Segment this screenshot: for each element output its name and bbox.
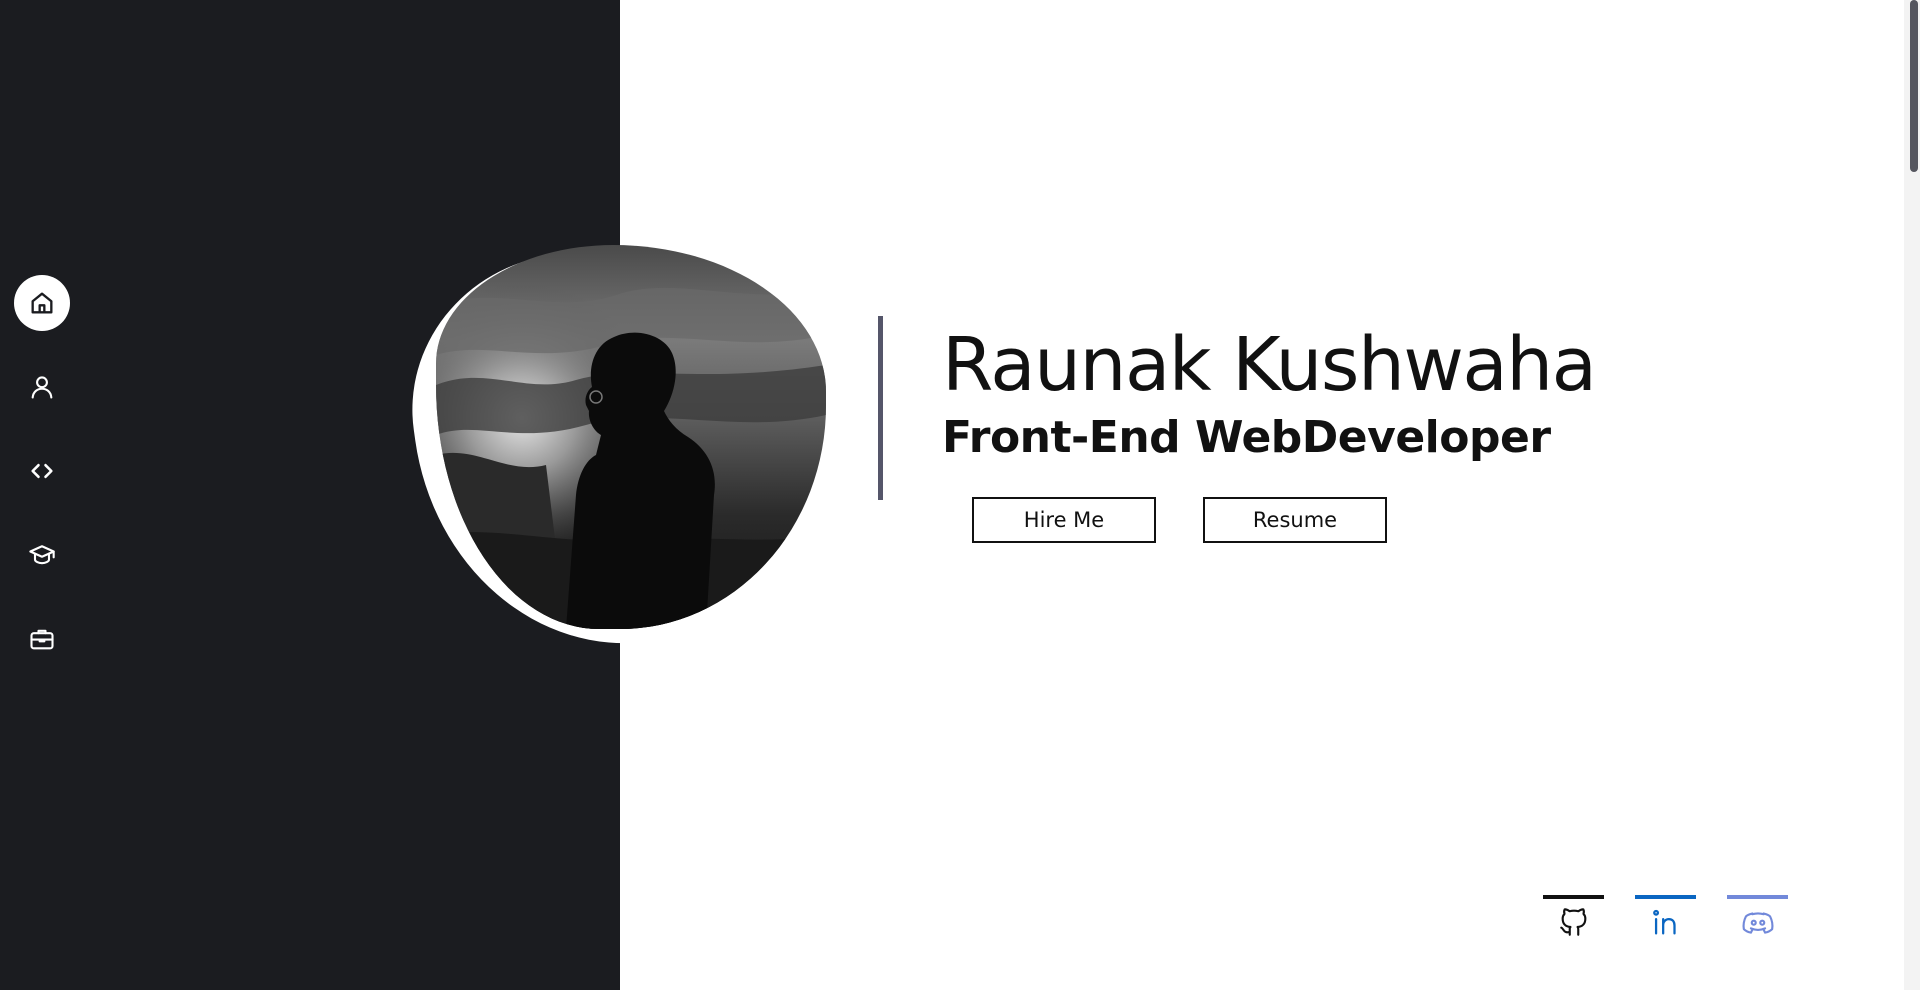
- home-icon: [31, 292, 53, 314]
- hero-role: Front-End WebDeveloper: [942, 412, 1551, 463]
- code-icon: [31, 463, 53, 479]
- hire-me-button[interactable]: Hire Me: [972, 497, 1156, 543]
- nav-education-button[interactable]: [14, 527, 70, 583]
- side-navigation: [14, 275, 70, 695]
- discord-icon: [1742, 912, 1773, 934]
- briefcase-icon: [30, 629, 54, 650]
- page-scrollbar[interactable]: [1904, 0, 1920, 990]
- accent-divider: [878, 316, 883, 500]
- social-links: [1543, 895, 1788, 936]
- profile-photo-frame: [392, 222, 840, 670]
- graduation-cap-icon: [29, 545, 55, 565]
- user-icon: [31, 376, 53, 399]
- linkedin-icon: [1652, 909, 1676, 935]
- nav-projects-button[interactable]: [14, 443, 70, 499]
- linkedin-link[interactable]: [1635, 895, 1696, 935]
- resume-button[interactable]: Resume: [1203, 497, 1387, 543]
- nav-home-button[interactable]: [14, 275, 70, 331]
- nav-experience-button[interactable]: [14, 611, 70, 667]
- hero-name: Raunak Kushwaha: [942, 322, 1597, 408]
- github-link[interactable]: [1543, 895, 1604, 936]
- scrollbar-thumb[interactable]: [1910, 0, 1918, 172]
- discord-link[interactable]: [1727, 895, 1788, 935]
- profile-photo: [436, 245, 826, 629]
- nav-about-button[interactable]: [14, 359, 70, 415]
- github-icon: [1559, 908, 1586, 936]
